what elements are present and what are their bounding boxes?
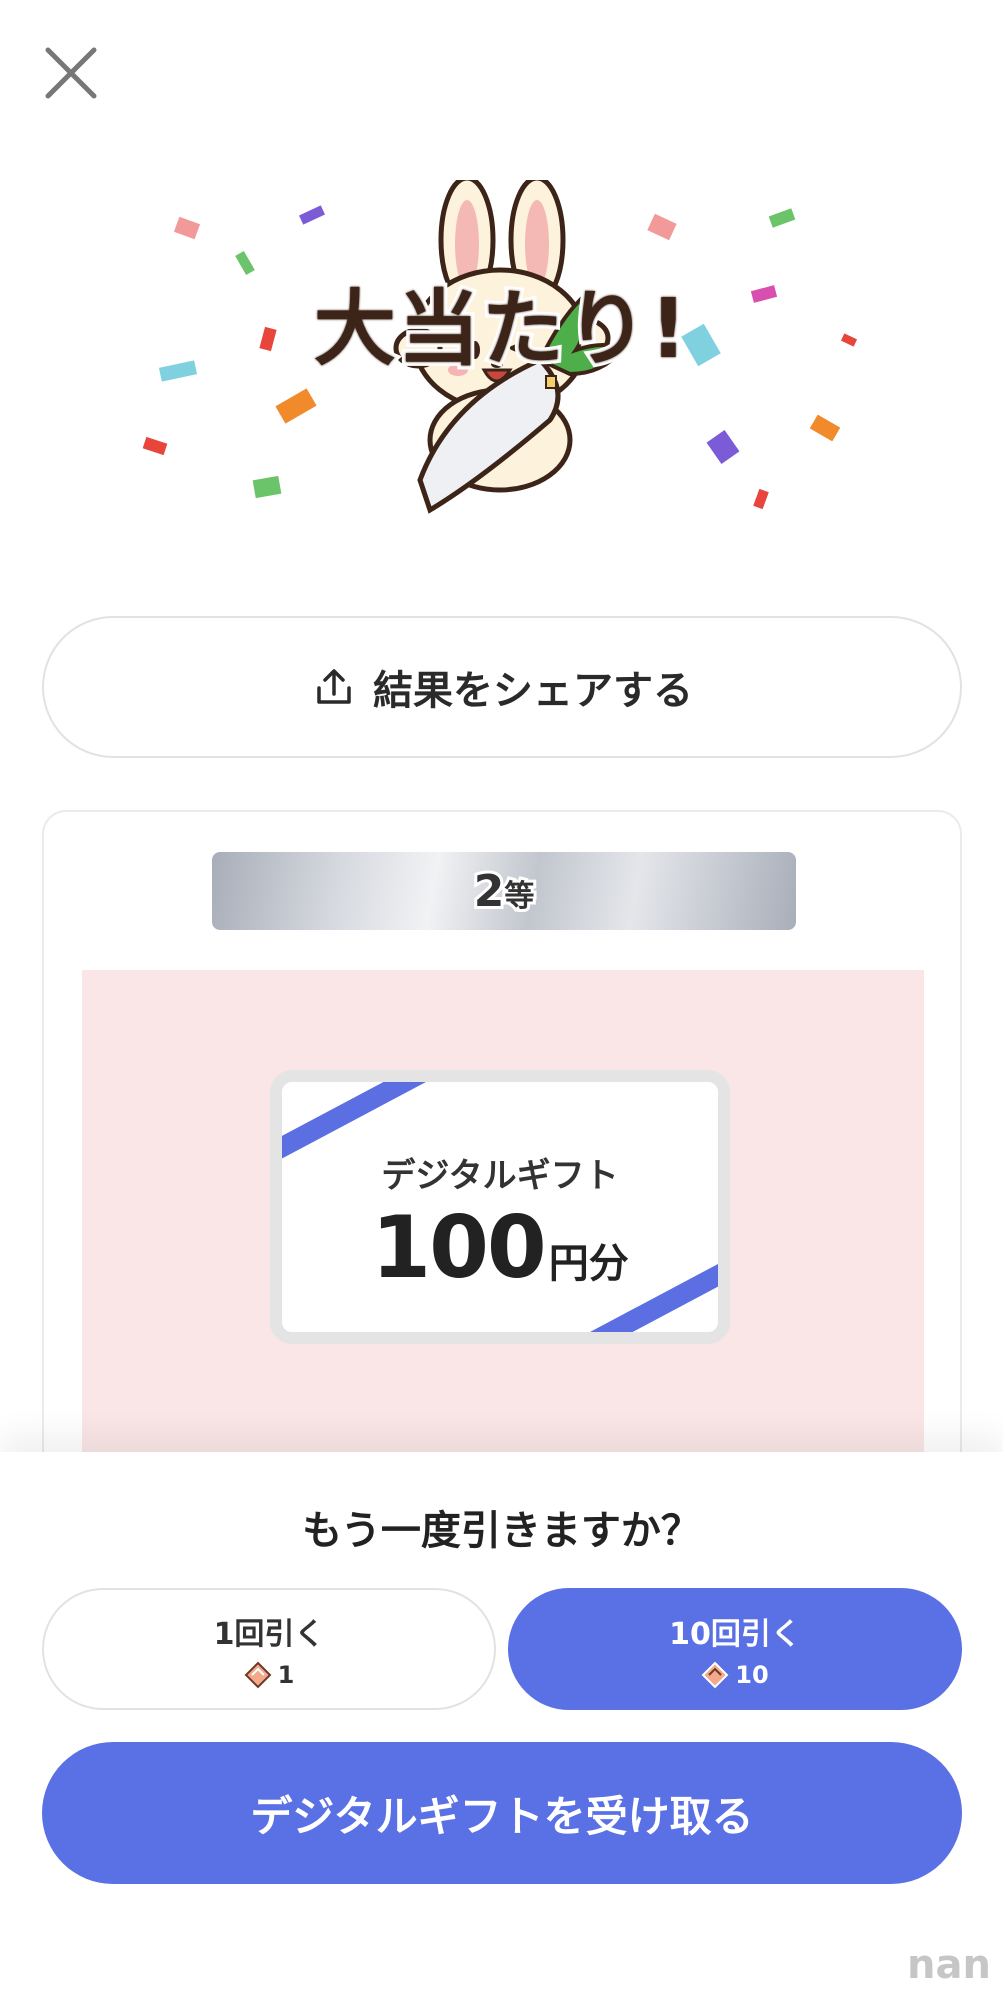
close-icon	[45, 47, 97, 99]
rank-number: 2	[471, 863, 508, 920]
ticket-icon	[701, 1661, 729, 1689]
draw-ten-label: 10回引く	[669, 1617, 801, 1652]
receive-gift-button[interactable]: デジタルギフトを受け取る	[42, 1742, 962, 1884]
draw-ten-cost-value: 10	[735, 1661, 769, 1689]
draw-again-title: もう一度引きますか？	[302, 1508, 701, 1554]
gift-amount: 100	[371, 1198, 547, 1298]
share-result-button[interactable]: 結果をシェアする	[42, 616, 962, 758]
prize-card: 2等 デジタルギフト 100 円分	[42, 810, 962, 1510]
prize-display-area: デジタルギフト 100 円分	[82, 970, 924, 1470]
gift-card: デジタルギフト 100 円分	[270, 1070, 730, 1344]
hero-illustration	[0, 180, 1003, 580]
ticket-icon	[244, 1661, 272, 1689]
gift-value: 100 円分	[282, 1198, 718, 1298]
gift-name: デジタルギフト	[381, 1156, 619, 1196]
watermark: nan	[907, 1942, 991, 1988]
gift-unit: 円分	[548, 1241, 629, 1287]
draw-once-cost-value: 1	[277, 1661, 295, 1689]
draw-once-label: 1回引く	[213, 1617, 325, 1652]
share-icon	[317, 669, 351, 704]
rank-suffix: 等	[501, 876, 537, 917]
receive-gift-label: デジタルギフトを受け取る	[250, 1791, 754, 1841]
draw-ten-button[interactable]: 10回引く 10	[508, 1588, 962, 1710]
confetti-and-mascot	[142, 180, 858, 514]
rank-banner: 2等	[212, 852, 796, 930]
draw-once-button[interactable]: 1回引く 1	[42, 1588, 496, 1710]
draw-again-sheet: もう一度引きますか？ 1回引く 1 10回引く 10 デジタルギフトを受け取る	[0, 1452, 1003, 2000]
draw-once-cost: 1	[244, 1661, 295, 1689]
share-button-label: 結果をシェアする	[373, 668, 693, 714]
draw-ten-cost: 10	[701, 1661, 769, 1689]
close-button[interactable]	[38, 40, 104, 106]
